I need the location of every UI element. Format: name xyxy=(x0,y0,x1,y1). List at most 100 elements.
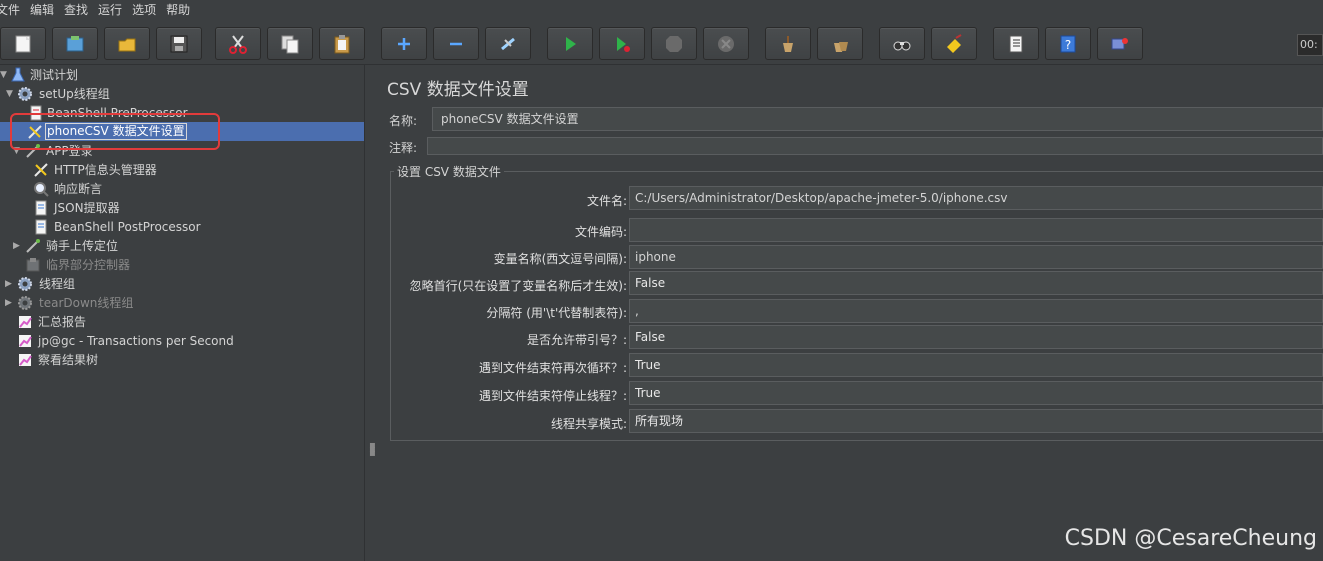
gear-icon xyxy=(18,276,32,291)
clear-all-button[interactable] xyxy=(817,27,863,60)
menu-edit[interactable]: 编辑 xyxy=(30,1,54,18)
tree-item-label: HTTP信息头管理器 xyxy=(54,163,157,177)
tree-item-response-assertion[interactable]: 响应断言 xyxy=(0,179,364,198)
tree-item-json-extractor[interactable]: JSON提取器 xyxy=(0,198,364,217)
cut-button[interactable] xyxy=(215,27,261,60)
sharing-mode-select[interactable]: 所有现场 xyxy=(629,409,1323,433)
copy-button[interactable] xyxy=(267,27,313,60)
tree-item-summary-report[interactable]: 汇总报告 xyxy=(0,312,364,331)
expand-arrow-icon[interactable]: ▼ xyxy=(6,89,14,99)
paste-icon xyxy=(334,34,350,53)
tree-item-label: 汇总报告 xyxy=(38,315,87,329)
shutdown-button[interactable] xyxy=(703,27,749,60)
save-button[interactable] xyxy=(156,27,202,60)
recycle-on-eof-label: 遇到文件结束符再次循环？: xyxy=(478,361,627,375)
ignore-first-line-select[interactable]: False xyxy=(629,271,1323,295)
highlight-annotation xyxy=(10,113,220,150)
open-icon xyxy=(118,38,136,51)
svg-text:?: ? xyxy=(1065,38,1071,52)
open-button[interactable] xyxy=(104,27,150,60)
help-button[interactable]: ? xyxy=(1045,27,1091,60)
menu-search[interactable]: 查找 xyxy=(64,1,88,18)
script-icon xyxy=(35,200,47,215)
tree-item-rider-upload-location[interactable]: ▶ 骑手上传定位 xyxy=(0,236,364,255)
stop-thread-on-eof-label: 遇到文件结束符停止线程？: xyxy=(478,389,627,403)
menu-file[interactable]: 文件 xyxy=(0,1,20,18)
reset-search-button[interactable] xyxy=(931,27,977,60)
stop-icon xyxy=(666,35,682,52)
clear-all-icon xyxy=(834,41,848,52)
help-icon: ? xyxy=(1060,35,1076,52)
reset-search-icon xyxy=(947,33,962,53)
sampler-icon xyxy=(26,238,40,253)
comment-label: 注释: xyxy=(389,141,418,155)
expand-arrow-icon[interactable]: ▼ xyxy=(0,70,8,80)
expand-arrow-icon[interactable]: ▶ xyxy=(13,241,21,251)
panel-title: CSV 数据文件设置 xyxy=(387,80,529,100)
filename-label: 文件名: xyxy=(586,194,627,208)
tree-item-transactions-per-second[interactable]: jp@gc - Transactions per Second xyxy=(0,331,364,350)
stop-button[interactable] xyxy=(651,27,697,60)
start-icon xyxy=(566,36,576,51)
allow-quoted-label: 是否允许带引号？: xyxy=(526,333,627,347)
collapse-all-button[interactable] xyxy=(433,27,479,60)
tree-item-critical-section-controller[interactable]: 临界部分控制器 xyxy=(0,255,364,274)
pane-splitter[interactable] xyxy=(364,65,378,561)
file-encoding-field[interactable] xyxy=(629,218,1323,242)
start-no-pause-button[interactable] xyxy=(599,27,645,60)
tree-item-label: 响应断言 xyxy=(54,182,103,196)
paste-button[interactable] xyxy=(319,27,365,60)
expand-all-button[interactable] xyxy=(381,27,427,60)
tree-item-view-results-tree[interactable]: 察看结果树 xyxy=(0,350,364,369)
toggle-icon xyxy=(501,37,515,50)
tree-item-label: jp@gc - Transactions per Second xyxy=(38,333,234,348)
listener-icon xyxy=(19,315,32,328)
recycle-on-eof-select[interactable]: True xyxy=(629,353,1323,377)
variable-names-label: 变量名称(西文逗号间隔): xyxy=(493,252,627,266)
variable-names-field[interactable]: iphone xyxy=(629,245,1323,269)
name-label: 名称: xyxy=(389,114,418,128)
tree-item-setup-thread-group[interactable]: ▼ setUp线程组 xyxy=(0,84,364,103)
stop-thread-on-eof-select[interactable]: True xyxy=(629,381,1323,405)
collapse-icon xyxy=(450,42,462,45)
group-title: 设置 CSV 数据文件 xyxy=(394,163,504,180)
expand-arrow-icon[interactable]: ▶ xyxy=(5,279,13,289)
filename-field[interactable]: C:/Users/Administrator/Desktop/apache-jm… xyxy=(629,186,1323,210)
tree-item-thread-group[interactable]: ▶ 线程组 xyxy=(0,274,364,293)
remote-button[interactable] xyxy=(1097,27,1143,60)
toolbar: ? 00: xyxy=(0,22,1323,64)
copy-icon xyxy=(281,35,299,53)
menu-options[interactable]: 选项 xyxy=(132,1,156,18)
save-icon xyxy=(170,35,188,52)
new-button[interactable] xyxy=(0,27,46,60)
name-field[interactable]: phoneCSV 数据文件设置 xyxy=(432,107,1323,131)
tree-item-teardown-thread-group[interactable]: ▶ tearDown线程组 xyxy=(0,293,364,312)
test-plan-icon xyxy=(11,67,25,81)
assertion-icon xyxy=(34,181,49,197)
new-icon xyxy=(15,35,31,52)
splitter-grip-icon[interactable]: ▪ ▪ ▪ xyxy=(369,441,376,459)
menu-help[interactable]: 帮助 xyxy=(166,1,190,18)
menu-run[interactable]: 运行 xyxy=(98,1,122,18)
templates-icon xyxy=(66,35,84,51)
tree-item-label: JSON提取器 xyxy=(54,201,120,215)
watermark: CSDN @CesareCheung xyxy=(1064,526,1317,551)
listener-icon xyxy=(19,334,32,347)
tree-item-http-header-manager[interactable]: HTTP信息头管理器 xyxy=(0,160,364,179)
function-helper-button[interactable] xyxy=(993,27,1039,60)
tree-item-label: 测试计划 xyxy=(30,68,79,82)
expand-arrow-icon[interactable]: ▶ xyxy=(5,298,13,308)
tree-item-test-plan[interactable]: ▼ 测试计划 xyxy=(0,65,364,84)
toggle-button[interactable] xyxy=(485,27,531,60)
tree-item-beanshell-postprocessor[interactable]: BeanShell PostProcessor xyxy=(0,217,364,236)
delimiter-label: 分隔符 (用'\t'代替制表符): xyxy=(486,306,627,320)
clear-button[interactable] xyxy=(765,27,811,60)
search-button[interactable] xyxy=(879,27,925,60)
templates-button[interactable] xyxy=(52,27,98,60)
tree-item-label: 骑手上传定位 xyxy=(46,239,119,253)
delimiter-field[interactable]: , xyxy=(629,299,1323,323)
comment-field[interactable] xyxy=(427,137,1323,155)
start-button[interactable] xyxy=(547,27,593,60)
search-icon xyxy=(893,41,911,50)
allow-quoted-select[interactable]: False xyxy=(629,325,1323,349)
